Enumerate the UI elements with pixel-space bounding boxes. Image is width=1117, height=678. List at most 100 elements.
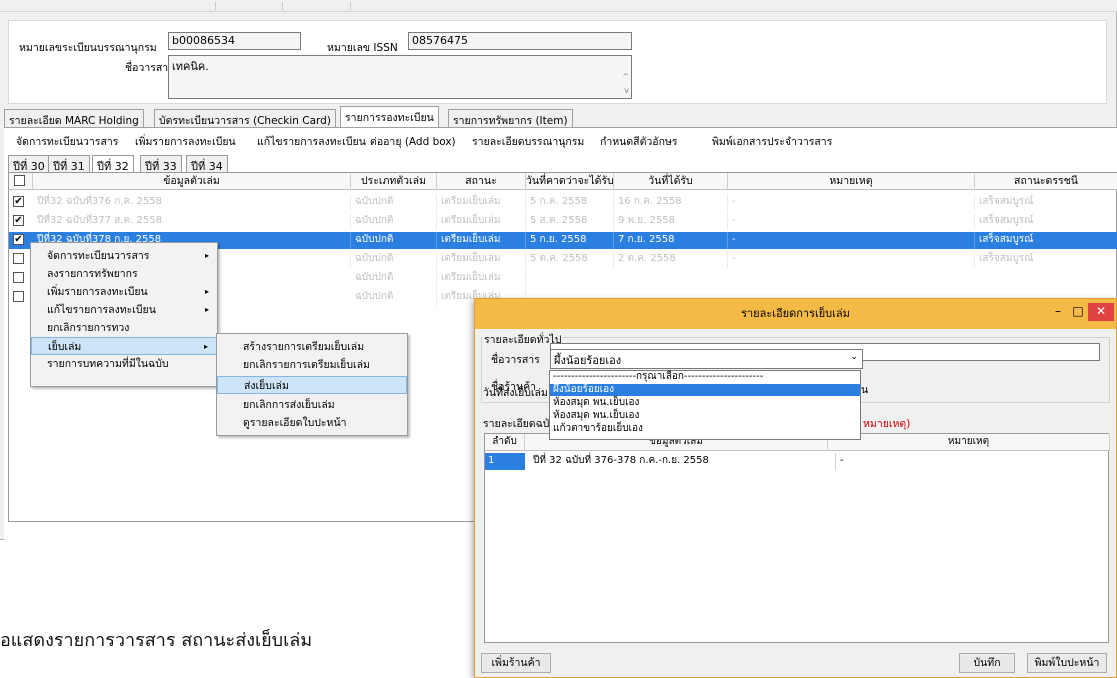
maximize-icon[interactable]: □: [1068, 303, 1088, 321]
row-checkbox[interactable]: ✔: [13, 234, 24, 245]
tab-items[interactable]: รายการทรัพยากร (Item): [448, 109, 573, 127]
menu-add-box[interactable]: ต่ออายุ (Add box): [370, 133, 456, 150]
minimize-icon[interactable]: –: [1048, 303, 1068, 321]
cell-item: ปีที่32 ฉบับที่376 ก.ค. 2558: [33, 194, 351, 211]
cell-expected: 5 ส.ค. 2558: [526, 213, 614, 230]
journal-name-field[interactable]: เทคนิค. ^ v: [168, 55, 632, 99]
menu-edit-registration[interactable]: แก้ไขรายการลงทะเบียน: [257, 133, 366, 150]
print-cover-button[interactable]: พิมพ์ใบปะหน้า: [1027, 653, 1107, 673]
menu-bibliographic-details[interactable]: รายละเอียดบรรณานุกรม: [472, 133, 584, 150]
tab-year-32[interactable]: ปีที่ 32: [92, 155, 134, 173]
save-button[interactable]: บันทึก: [959, 653, 1015, 673]
context-item-label: ยกเลิกรายการทวง: [47, 322, 130, 334]
row-checkbox[interactable]: ✔: [13, 196, 24, 207]
submenu-send-binding[interactable]: ส่งเย็บเล่ม: [217, 376, 407, 394]
context-item-resources[interactable]: ลงรายการทรัพยากร: [31, 265, 217, 283]
submenu-cancel-prep[interactable]: ยกเลิกรายการเตรียมเย็บเล่ม: [217, 356, 407, 374]
cell-type: ฉบับปกติ: [351, 213, 437, 230]
context-item-label: เพิ่มรายการลงทะเบียน: [47, 286, 148, 298]
tab-year-34[interactable]: ปีที่ 34: [186, 155, 228, 173]
table-row[interactable]: 1 ปีที่ 32 ฉบับที่ 376-378 ก.ค.-ก.ย. 255…: [485, 453, 1110, 470]
row-checkbox[interactable]: [13, 272, 24, 283]
dropdown-option[interactable]: ห้องสมุด พน.เย็บเอง: [550, 397, 860, 409]
select-all-header[interactable]: [9, 173, 33, 190]
dialog-title: รายละเอียดการเย็บเล่ม: [741, 307, 850, 320]
scroll-down-icon[interactable]: v: [624, 86, 629, 95]
menu-add-registration[interactable]: เพิ่มรายการลงทะเบียน: [135, 133, 236, 150]
add-shop-button[interactable]: เพิ่มร้านค้า: [481, 653, 551, 673]
catalog-number-field[interactable]: b00086534: [168, 32, 301, 50]
menu-manage-registration[interactable]: จัดการทะเบียนวารสาร: [16, 133, 118, 150]
cell-status: เตรียมเย็บเล่ม: [437, 251, 526, 268]
submenu-create-prep[interactable]: สร้างรายการเตรียมเย็บเล่ม: [217, 338, 407, 356]
tab-year-33[interactable]: ปีที่ 33: [140, 155, 182, 173]
cell-status: เตรียมเย็บเล่ม: [437, 232, 526, 249]
items-section-label: รายละเอียดฉบับ: [483, 418, 557, 430]
tab-registration-list[interactable]: รายการรองทะเบียน: [340, 106, 439, 127]
cell-expected: 5 ก.ย. 2558: [526, 232, 614, 249]
cell-note: -: [728, 194, 975, 211]
column-header-note[interactable]: หมายเหตุ: [828, 434, 1110, 451]
column-header-no[interactable]: ลำดับ: [485, 434, 525, 451]
submenu-arrow-icon: ▸: [203, 342, 208, 351]
context-menu: จัดการทะเบียนวารสาร ▸ ลงรายการทรัพยากร เพ…: [30, 242, 218, 387]
cell-type: ฉบับปกติ: [351, 232, 437, 249]
column-header-type[interactable]: ประเภทตัวเล่ม: [351, 173, 437, 190]
context-item-edit[interactable]: แก้ไขรายการลงทะเบียน ▸: [31, 301, 217, 319]
strip-separator: [350, 2, 351, 10]
row-checkbox[interactable]: [13, 253, 24, 264]
dialog-title-bar[interactable]: รายละเอียดการเย็บเล่ม – □ ✕: [475, 299, 1116, 329]
dropdown-option-selected[interactable]: ผึ้งน้อยร้อยเอง: [550, 384, 860, 396]
binding-submenu: สร้างรายการเตรียมเย็บเล่ม ยกเลิกรายการเต…: [216, 333, 408, 436]
column-header-index-status[interactable]: สถานะดรรชนี: [975, 173, 1117, 190]
issn-field[interactable]: 08576475: [408, 32, 632, 50]
dropdown-option-placeholder[interactable]: -----------------------กรุณาเลือก-------…: [550, 371, 860, 383]
cell-index-status: เสร็จสมบูรณ์: [975, 194, 1117, 211]
submenu-view-cover[interactable]: ดูรายละเอียดใบปะหน้า: [217, 414, 407, 432]
close-icon[interactable]: ✕: [1088, 303, 1114, 321]
context-item-binding[interactable]: เย็บเล่ม ▸: [31, 337, 217, 355]
submenu-cancel-send[interactable]: ยกเลิกการส่งเย็บเล่ม: [217, 396, 407, 414]
context-item-manage[interactable]: จัดการทะเบียนวารสาร ▸: [31, 247, 217, 265]
cell-no: 1: [485, 453, 525, 470]
cell-status: เตรียมเย็บเล่ม: [437, 213, 526, 230]
context-item-articles[interactable]: รายการบทความที่มีในฉบับ: [31, 355, 217, 373]
dropdown-option[interactable]: ห้องสมุด พน.เย็บเอง: [550, 410, 860, 422]
context-item-cancel-claim[interactable]: ยกเลิกรายการทวง: [31, 319, 217, 337]
tab-year-31[interactable]: ปีที่ 31: [48, 155, 90, 173]
cell-note: -: [728, 213, 975, 230]
column-header-item[interactable]: ข้อมูลตัวเล่ม: [33, 173, 351, 190]
cell-item: ปีที่32 ฉบับที่377 ส.ค. 2558: [33, 213, 351, 230]
shop-dropdown-list: -----------------------กรุณาเลือก-------…: [549, 370, 861, 440]
cell-type: ฉบับปกติ: [351, 251, 437, 268]
tab-year-30[interactable]: ปีที่ 30: [8, 155, 50, 173]
tab-marc-holding[interactable]: รายละเอียด MARC Holding: [4, 109, 144, 127]
row-checkbox[interactable]: ✔: [13, 215, 24, 226]
select-all-checkbox[interactable]: [14, 175, 25, 186]
column-header-received[interactable]: วันที่ได้รับ: [614, 173, 728, 190]
shop-select[interactable]: ผึ้งน้อยร้อยเอง ⌄: [550, 349, 863, 369]
table-row[interactable]: ✔ ปีที่32 ฉบับที่377 ส.ค. 2558 ฉบับปกติ …: [9, 213, 1117, 230]
cell-received: 2 ต.ค. 2558: [614, 251, 728, 268]
context-item-label: เย็บเล่ม: [48, 341, 82, 353]
catalog-number-label: หมายเลขระเบียนบรรณานุกรม: [19, 42, 157, 54]
column-header-status[interactable]: สถานะ: [437, 173, 526, 190]
scroll-up-icon[interactable]: ^: [622, 72, 629, 81]
submenu-arrow-icon: ▸: [204, 287, 209, 296]
column-header-note[interactable]: หมายเหตุ: [728, 173, 975, 190]
menu-font-color[interactable]: กำหนดสีตัวอักษร: [600, 133, 678, 150]
table-row[interactable]: ✔ ปีที่32 ฉบับที่376 ก.ค. 2558 ฉบับปกติ …: [9, 194, 1117, 211]
context-item-add[interactable]: เพิ่มรายการลงทะเบียน ▸: [31, 283, 217, 301]
dropdown-option[interactable]: แก้วตาขาร้อยเย็บเอง: [550, 423, 860, 435]
strip-separator: [215, 2, 216, 10]
items-note-warning: หมายเหตุ): [863, 418, 911, 430]
row-checkbox[interactable]: [13, 291, 24, 302]
strip-separator: [282, 2, 283, 10]
record-header: หมายเลขระเบียนบรรณานุกรม b00086534 หมายเ…: [8, 20, 1107, 104]
chevron-down-icon[interactable]: ⌄: [850, 352, 858, 362]
cell-index-status: เสร็จสมบูรณ์: [975, 213, 1117, 230]
journal-name-label: ชื่อวารสาร: [125, 62, 174, 74]
tab-checkin-card[interactable]: บัตรทะเบียนวารสาร (Checkin Card): [154, 109, 336, 127]
column-header-expected[interactable]: วันที่คาดว่าจะได้รับ: [526, 173, 614, 190]
menu-print-documents[interactable]: พิมพ์เอกสารประจำวารสาร: [712, 133, 832, 150]
